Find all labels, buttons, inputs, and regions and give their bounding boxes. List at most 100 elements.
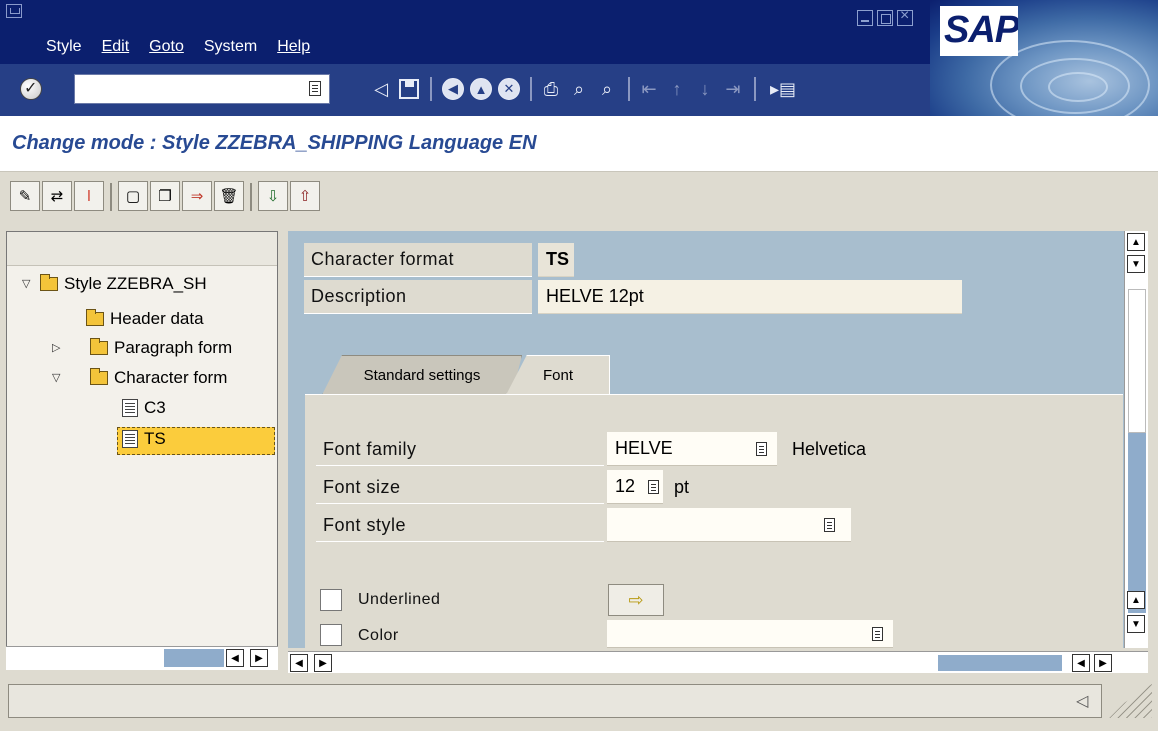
value-help-icon[interactable]: [872, 626, 883, 641]
tree-node-label: TS: [144, 429, 166, 448]
scroll-up-icon[interactable]: ▲: [1127, 233, 1145, 251]
copy-icon[interactable]: ❐: [150, 181, 180, 211]
transport-icon[interactable]: ⇒: [182, 181, 212, 211]
value-help-icon[interactable]: [756, 441, 767, 456]
import-icon[interactable]: ⇩: [258, 181, 288, 211]
command-field[interactable]: [74, 74, 330, 104]
sap-logo-text: SAP: [944, 9, 1020, 51]
new-session-icon[interactable]: ▸▤: [770, 77, 796, 101]
tree-node-style[interactable]: ▽ Style ZZEBRA_SH: [22, 274, 207, 294]
font-size-value: 12: [615, 476, 636, 496]
tree-node-label: Style ZZEBRA_SH: [64, 274, 207, 293]
tree-node-c3[interactable]: C3: [122, 398, 166, 418]
scroll-right-icon[interactable]: ▶: [250, 649, 268, 667]
folder-icon: [86, 309, 104, 326]
scroll-down-icon[interactable]: ▼: [1127, 255, 1145, 273]
format-document-icon: [122, 399, 138, 417]
underlined-label: Underlined: [358, 591, 441, 608]
menu-goto[interactable]: Goto: [149, 38, 184, 56]
menu-style[interactable]: Style: [46, 38, 82, 56]
description-label: Description: [311, 286, 407, 306]
tree-node-paragraph-formats[interactable]: ▷ Paragraph form: [52, 338, 232, 358]
scroll-thumb[interactable]: [164, 649, 224, 667]
folder-icon: [90, 338, 108, 355]
format-document-icon: [122, 430, 138, 448]
value-help-icon[interactable]: [648, 479, 659, 494]
expand-triangle-icon[interactable]: ▽: [22, 278, 34, 290]
font-style-label: Font style: [323, 515, 407, 535]
scroll-right-icon[interactable]: ▶: [1094, 654, 1112, 672]
tree-node-ts[interactable]: TS: [122, 429, 166, 449]
delete-icon[interactable]: 🗑: [214, 181, 244, 211]
arrow-right-icon: ⇨: [628, 589, 644, 610]
next-page-icon[interactable]: ↓: [692, 77, 718, 101]
scroll-thumb[interactable]: [1128, 289, 1146, 433]
tree-node-character-formats[interactable]: ▽ Character form: [52, 368, 227, 388]
font-family-label: Font family: [323, 439, 417, 459]
display-change-icon[interactable]: ⇄: [42, 181, 72, 211]
scroll-up-icon[interactable]: ▲: [1127, 591, 1145, 609]
menu: Style Edit Goto System Help: [46, 38, 310, 56]
save-icon[interactable]: [396, 77, 422, 101]
color-checkbox[interactable]: [320, 624, 342, 646]
font-size-field[interactable]: 12: [607, 470, 663, 504]
first-page-icon[interactable]: ⇤: [636, 77, 662, 101]
sap-logo: SAP: [930, 0, 1158, 116]
color-field[interactable]: [607, 620, 893, 648]
last-page-icon[interactable]: ⇥: [720, 77, 746, 101]
scroll-left-icon[interactable]: ◀: [290, 654, 308, 672]
maximize-icon[interactable]: [877, 10, 893, 26]
edit-pen-icon[interactable]: ✎: [10, 181, 40, 211]
menu-help[interactable]: Help: [277, 38, 310, 56]
close-icon[interactable]: [897, 7, 913, 26]
font-family-description: Helvetica: [792, 439, 867, 459]
font-size-label: Font size: [323, 477, 401, 497]
font-family-value: HELVE: [615, 438, 673, 458]
scroll-left-icon[interactable]: ◀: [226, 649, 244, 667]
cancel-icon[interactable]: ✕: [496, 77, 522, 101]
find-next-icon[interactable]: ⌕: [594, 77, 620, 101]
underline-details-button[interactable]: ⇨: [608, 584, 664, 616]
status-message-field: [8, 684, 1102, 718]
back-icon[interactable]: ◀: [440, 77, 466, 101]
value-help-icon[interactable]: [824, 517, 835, 532]
system-menu-icon[interactable]: [6, 4, 22, 18]
tree-node-header-data[interactable]: Header data: [86, 309, 204, 329]
find-icon[interactable]: ⌕: [566, 77, 592, 101]
folder-icon: [40, 274, 58, 291]
status-expand-icon[interactable]: ◁: [1076, 691, 1088, 711]
menu-system[interactable]: System: [204, 38, 257, 56]
command-input[interactable]: [75, 75, 295, 101]
export-icon[interactable]: ⇧: [290, 181, 320, 211]
expand-triangle-icon[interactable]: ▽: [52, 372, 64, 384]
minimize-icon[interactable]: [857, 10, 873, 26]
scroll-left-icon[interactable]: ◀: [1072, 654, 1090, 672]
menu-edit[interactable]: Edit: [102, 38, 130, 56]
tree-node-label: Character form: [114, 368, 228, 387]
horizontal-scrollbar[interactable]: ◀ ▶ ◀ ▶: [288, 651, 1148, 673]
tree-horizontal-scrollbar[interactable]: ◀ ▶: [6, 646, 278, 670]
collapse-triangle-icon[interactable]: ▷: [52, 342, 64, 354]
vertical-scrollbar[interactable]: ▲ ▼ ▲ ▼: [1124, 231, 1148, 648]
create-icon[interactable]: ▢: [118, 181, 148, 211]
font-size-unit: pt: [674, 477, 690, 497]
previous-page-icon[interactable]: ↑: [664, 77, 690, 101]
print-icon[interactable]: ⎙: [538, 77, 564, 101]
exit-icon[interactable]: ▲: [468, 77, 494, 101]
info-icon[interactable]: ǀ: [74, 181, 104, 211]
enter-icon[interactable]: [20, 78, 42, 100]
scroll-right-icon[interactable]: ▶: [314, 654, 332, 672]
font-style-field[interactable]: [607, 508, 851, 542]
tab-standard-settings[interactable]: Standard settings: [322, 355, 522, 395]
scroll-thumb[interactable]: [938, 655, 1062, 671]
history-icon[interactable]: [309, 81, 321, 96]
underlined-checkbox[interactable]: [320, 589, 342, 611]
tree-header: [7, 232, 277, 266]
char-format-value: TS: [538, 243, 574, 277]
font-family-field[interactable]: HELVE: [607, 432, 777, 466]
back-arrow-icon[interactable]: ◁: [368, 77, 394, 101]
tree-node-label: C3: [144, 398, 166, 417]
tree-node-label: Header data: [110, 309, 204, 328]
scroll-down-icon[interactable]: ▼: [1127, 615, 1145, 633]
open-folder-icon: [90, 368, 108, 385]
